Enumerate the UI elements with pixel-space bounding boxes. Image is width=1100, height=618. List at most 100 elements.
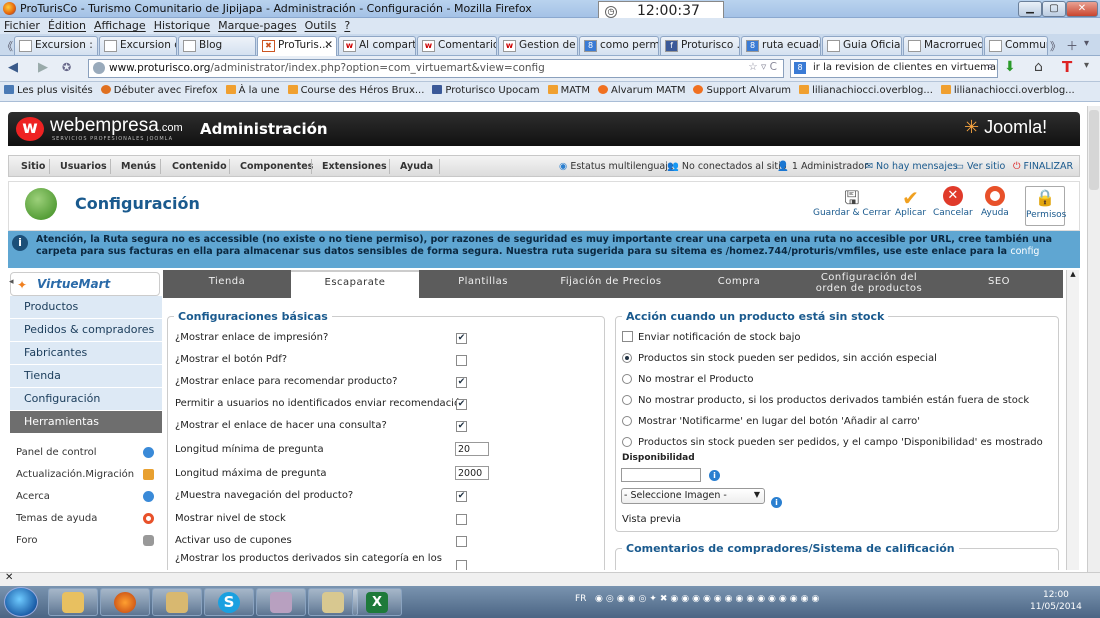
minimize-button[interactable]: ▁ xyxy=(1018,1,1042,17)
pdf-button-checkbox[interactable] xyxy=(456,355,467,366)
tab-communi[interactable]: Communi xyxy=(984,36,1048,55)
tab-ruta-ecuador[interactable]: 8ruta ecuado... xyxy=(741,36,821,55)
sidebar-item-configuracion[interactable]: Configuración xyxy=(10,388,162,411)
bookmark-proturisco-upocam[interactable]: Proturisco Upocam xyxy=(428,82,543,96)
tab-seo[interactable]: SEO xyxy=(935,270,1063,298)
menu-chevron-icon[interactable]: ▾ xyxy=(1084,60,1089,71)
recommend-link-checkbox[interactable] xyxy=(456,377,467,388)
tool-acerca[interactable]: Acerca xyxy=(10,486,162,508)
low-stock-notify-checkbox[interactable] xyxy=(622,331,633,342)
menu-marque-pages[interactable]: Marque-pages xyxy=(214,18,300,32)
taskbar-skype[interactable]: S xyxy=(204,588,254,616)
tab-como-perm[interactable]: 8como perm... xyxy=(579,36,659,55)
tab-excursion-2[interactable]: Excursion d... xyxy=(99,36,177,55)
search-icon[interactable]: ⌕ xyxy=(987,61,993,72)
sidebar-collapse-icon[interactable]: ◂ xyxy=(9,277,14,287)
menu-menus[interactable]: Menús xyxy=(121,161,156,172)
taskbar-firefox[interactable] xyxy=(100,588,150,616)
image-info-icon[interactable]: i xyxy=(771,497,782,508)
new-tab-icon[interactable]: ＋ xyxy=(1066,37,1078,54)
min-question-input[interactable]: 20 xyxy=(455,442,489,456)
list-tabs-icon[interactable]: ▾ xyxy=(1084,38,1089,49)
tab-comentario[interactable]: wComentario... xyxy=(417,36,497,55)
permissions-button[interactable]: 🔒 Permisos xyxy=(1025,186,1066,226)
start-button[interactable] xyxy=(4,587,38,617)
apply-button[interactable]: ✔ Aplicar xyxy=(895,186,926,218)
bookmark-course-heros[interactable]: Course des Héros Brux... xyxy=(284,82,429,96)
stock-option-radio-1[interactable] xyxy=(622,353,632,363)
print-link-checkbox[interactable] xyxy=(456,333,467,344)
stock-option-radio-3[interactable] xyxy=(622,395,632,405)
menu-sitio[interactable]: Sitio xyxy=(21,161,45,172)
close-window-button[interactable]: ✕ xyxy=(1066,1,1098,17)
stock-option-radio-5[interactable] xyxy=(622,437,632,447)
bookmark-alvarum-matm[interactable]: Alvarum MATM xyxy=(594,82,689,96)
content-scrollbar[interactable]: ▲ xyxy=(1066,270,1079,570)
back-icon[interactable]: ◀ xyxy=(8,60,18,75)
taskbar-app5[interactable] xyxy=(256,588,306,616)
bookmark-most-visited[interactable]: Les plus visités xyxy=(0,82,97,96)
max-question-input[interactable]: 2000 xyxy=(455,466,489,480)
bookmark-support-alvarum[interactable]: Support Alvarum xyxy=(689,82,795,96)
menu-ayuda[interactable]: Ayuda xyxy=(400,161,433,172)
tab-scroll-left-icon[interactable]: 《 xyxy=(2,38,13,54)
bookmark-overblog-1[interactable]: lilianachiocci.overblog... xyxy=(795,82,937,96)
sidebar-item-tienda[interactable]: Tienda xyxy=(10,365,162,388)
stock-option-radio-4[interactable] xyxy=(622,416,632,426)
menu-fichier[interactable]: Fichier xyxy=(0,18,44,32)
save-close-button[interactable]: 🖫 Guardar & Cerrar xyxy=(813,186,891,218)
identity-icon[interactable]: ✪ xyxy=(62,61,71,74)
forward-icon[interactable]: ▶ xyxy=(38,60,48,75)
tab-fijacion-precios[interactable]: Fijación de Precios xyxy=(547,270,675,298)
page-scrollbar[interactable] xyxy=(1087,106,1100,572)
tool-temas-ayuda[interactable]: Temas de ayuda xyxy=(10,508,162,530)
menu-edition[interactable]: Édition xyxy=(44,18,90,32)
tab-compra[interactable]: Compra xyxy=(675,270,803,298)
tab-orden-productos[interactable]: Configuración del orden de productos xyxy=(803,270,935,298)
bookmark-getting-started[interactable]: Débuter avec Firefox xyxy=(97,82,222,96)
tool-actualizacion[interactable]: Actualización.Migración xyxy=(10,464,162,486)
stock-level-checkbox[interactable] xyxy=(456,514,467,525)
image-select[interactable]: - Seleccione Imagen - ▼ xyxy=(621,488,765,504)
config-link[interactable]: config xyxy=(1010,246,1039,257)
sidebar-item-herramientas[interactable]: Herramientas xyxy=(10,411,162,434)
menu-affichage[interactable]: Affichage xyxy=(90,18,150,32)
toolbar-addon-icon[interactable]: T xyxy=(1062,58,1072,76)
tab-plantillas[interactable]: Plantillas xyxy=(419,270,547,298)
bookmark-overblog-2[interactable]: lilianachiocci.overblog... xyxy=(937,82,1079,96)
menu-historique[interactable]: Historique xyxy=(150,18,214,32)
taskbar-excel[interactable]: X xyxy=(352,588,402,616)
sidebar-item-pedidos[interactable]: Pedidos & compradores xyxy=(10,319,162,342)
tool-foro[interactable]: Foro xyxy=(10,530,162,552)
help-button[interactable]: Ayuda xyxy=(981,186,1009,218)
coupons-checkbox[interactable] xyxy=(456,536,467,547)
bookmark-matm[interactable]: MATM xyxy=(544,82,594,96)
menu-outils[interactable]: Outils xyxy=(301,18,341,32)
taskbar-app3[interactable] xyxy=(152,588,202,616)
cancel-button[interactable]: ✕ Cancelar xyxy=(933,186,973,218)
tab-guia-oficial[interactable]: Guia Oficial ... xyxy=(822,36,902,55)
taskbar-clock[interactable]: 12:00 11/05/2014 xyxy=(1030,589,1082,613)
view-site-link[interactable]: ▭ Ver sitio xyxy=(955,161,1005,172)
home-icon[interactable]: ⌂ xyxy=(1034,59,1043,75)
maximize-button[interactable]: ▢ xyxy=(1042,1,1066,17)
tool-panel-control[interactable]: Panel de control xyxy=(10,442,162,464)
bookmark-a-la-une[interactable]: À la une xyxy=(222,82,284,96)
logout-link[interactable]: ⏻ FINALIZAR xyxy=(1013,161,1073,172)
download-icon[interactable]: ⬇ xyxy=(1004,59,1016,75)
horizontal-scrollbar[interactable]: ✕ xyxy=(0,572,1100,586)
tab-al-compartir[interactable]: wAl comparti... xyxy=(338,36,416,55)
taskbar-explorer[interactable] xyxy=(48,588,98,616)
tab-proturisco-fb[interactable]: fProturisco ... xyxy=(660,36,740,55)
ask-question-checkbox[interactable] xyxy=(456,421,467,432)
availability-input[interactable] xyxy=(621,468,701,482)
status-messages[interactable]: ✉ No hay mensajes xyxy=(865,161,958,172)
tab-blog[interactable]: Blog xyxy=(178,36,256,55)
menu-help[interactable]: ? xyxy=(340,18,354,32)
tab-scroll-right-icon[interactable]: 》 xyxy=(1050,38,1061,54)
tab-tienda[interactable]: Tienda xyxy=(163,270,291,298)
tab-proturisco-active[interactable]: ✖ ProTuris... ✕ xyxy=(257,36,337,57)
tab-gestion[interactable]: wGestion de ... xyxy=(498,36,578,55)
tab-escaparate[interactable]: Escaparate xyxy=(291,270,419,298)
close-tab-icon[interactable]: ✕ xyxy=(324,39,333,51)
